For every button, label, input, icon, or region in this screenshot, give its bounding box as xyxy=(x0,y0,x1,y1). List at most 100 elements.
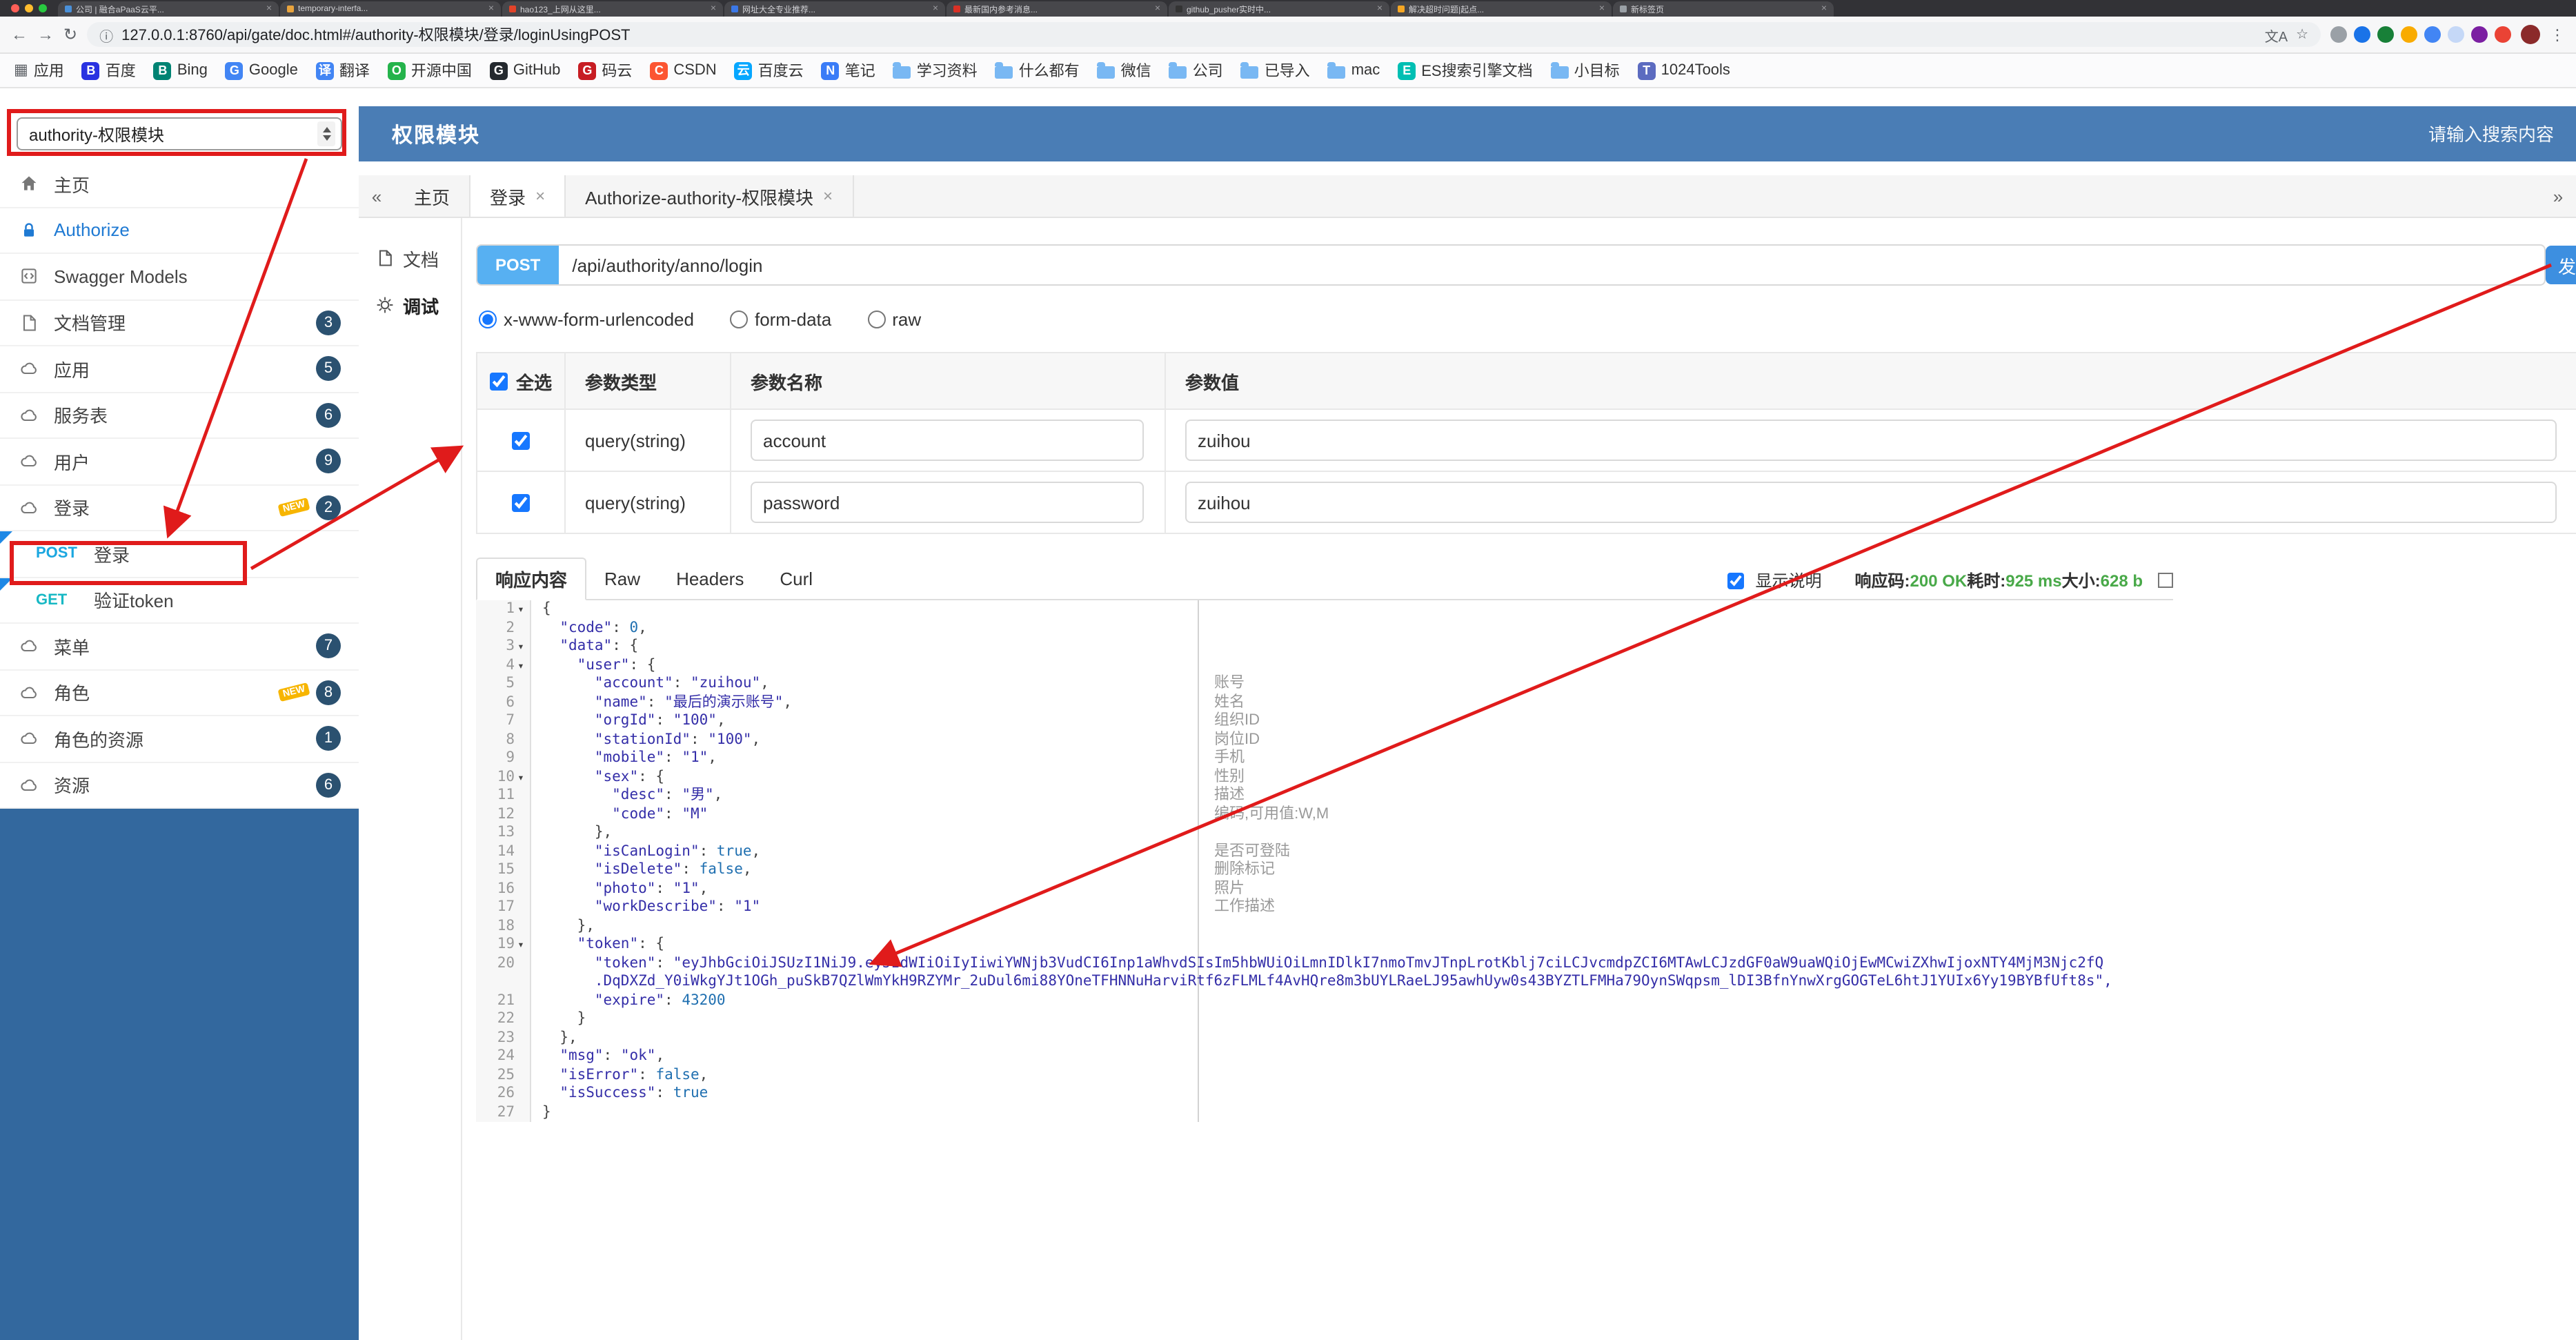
bookmark-item[interactable]: T 1024Tools xyxy=(1637,61,1730,79)
zoom-window-icon[interactable] xyxy=(39,4,47,12)
body-type-radio[interactable] xyxy=(479,311,497,328)
bookmark-item[interactable]: 已导入 xyxy=(1240,59,1310,81)
sidebar-item-7[interactable]: 登录 NEW 2 xyxy=(0,485,359,531)
tab-close-icon[interactable]: × xyxy=(933,4,938,14)
bookmark-item[interactable]: 学习资料 xyxy=(893,59,978,81)
fold-arrow-icon[interactable]: ▾ xyxy=(515,656,527,675)
tab-close-icon[interactable]: × xyxy=(1599,4,1605,14)
body-type-radio[interactable] xyxy=(867,311,886,328)
sidebar-item-5[interactable]: 服务表 6 xyxy=(0,393,359,439)
extension-icon[interactable] xyxy=(2377,26,2394,43)
browser-tab[interactable]: 新标签页 × xyxy=(1613,1,1834,17)
body-type-option-2[interactable]: raw xyxy=(867,309,921,330)
response-tab-3[interactable]: Curl xyxy=(762,559,831,599)
tab-close-icon[interactable]: × xyxy=(1821,4,1827,14)
extension-icon[interactable] xyxy=(2401,26,2417,43)
bookmark-item[interactable]: 云百度云 xyxy=(734,59,804,81)
bookmark-item[interactable]: mac xyxy=(1327,62,1380,79)
extension-icon[interactable] xyxy=(2424,26,2441,43)
tab-close-icon[interactable]: × xyxy=(711,4,716,14)
sidebar-item-11[interactable]: 角色 NEW 8 xyxy=(0,670,359,716)
browser-tab[interactable]: temporary-interfa... × xyxy=(280,1,501,17)
response-tab-0[interactable]: 响应内容 xyxy=(476,558,587,600)
select-all-checkbox[interactable] xyxy=(489,372,508,390)
reload-icon[interactable]: ↻ xyxy=(63,26,77,43)
param-name-input[interactable] xyxy=(751,482,1144,523)
extension-icon[interactable] xyxy=(2330,26,2347,43)
sidebar-item-0[interactable]: 主页 xyxy=(0,161,359,208)
extension-icon[interactable] xyxy=(2495,26,2511,43)
doc-tab-1[interactable]: 登录 × xyxy=(470,175,566,217)
extension-icon[interactable] xyxy=(2448,26,2464,43)
tab-close-icon[interactable]: × xyxy=(488,4,494,14)
sidebar-item-1[interactable]: Authorize xyxy=(0,208,359,254)
fold-arrow-icon[interactable]: ▾ xyxy=(515,638,527,656)
select-stepper-icon[interactable] xyxy=(317,121,335,146)
tab-close-icon[interactable]: × xyxy=(1155,4,1160,14)
tab-close-icon[interactable]: × xyxy=(823,186,833,206)
bookmark-item[interactable]: 小目标 xyxy=(1550,59,1620,81)
browser-tab[interactable]: 公司 | 融合aPaaS云平... × xyxy=(58,1,279,17)
browser-tab[interactable]: github_pusher实时中... × xyxy=(1169,1,1389,17)
row-checkbox[interactable] xyxy=(512,493,530,511)
bookmark-item[interactable]: 译翻译 xyxy=(315,59,370,81)
row-checkbox[interactable] xyxy=(512,431,530,449)
param-value-input[interactable] xyxy=(1185,482,2557,523)
fold-arrow-icon[interactable]: ▾ xyxy=(515,936,527,954)
response-editor[interactable]: 1 ▾{2 "code": 0, 3 ▾ "data": {4 ▾ "user": {5… xyxy=(476,600,2173,1122)
bookmark-item[interactable]: E ES搜索引擎文档 xyxy=(1398,59,1533,81)
browser-tab[interactable]: 网址大全专业推荐... × xyxy=(724,1,945,17)
bookmark-item[interactable]: 什么都有 xyxy=(995,59,1080,81)
sidebar-item-10[interactable]: 菜单 7 xyxy=(0,624,359,670)
tab-close-icon[interactable]: × xyxy=(535,186,545,206)
param-value-input[interactable] xyxy=(1185,420,2557,461)
bookmark-star-icon[interactable]: ☆ xyxy=(2296,27,2308,42)
body-type-option-0[interactable]: x-www-form-urlencoded xyxy=(479,309,694,330)
doc-tab-0[interactable]: 主页 xyxy=(395,175,471,217)
minimize-window-icon[interactable] xyxy=(25,4,33,12)
body-type-radio[interactable] xyxy=(729,311,748,328)
sidebar-item-13[interactable]: 资源 6 xyxy=(0,762,359,809)
bookmark-item[interactable]: C CSDN xyxy=(650,61,717,79)
close-window-icon[interactable] xyxy=(11,4,19,12)
page-info-icon[interactable]: ⓘ xyxy=(99,24,113,45)
tab-close-icon[interactable]: × xyxy=(1377,4,1383,14)
bookmark-item[interactable]: O 开源中国 xyxy=(387,59,472,81)
browser-tab[interactable]: 解决超时问题|起点... × xyxy=(1391,1,1612,17)
body-type-option-1[interactable]: form-data xyxy=(729,309,831,330)
bookmark-item[interactable]: ▦ 应用 xyxy=(14,59,64,81)
bookmark-item[interactable]: 微信 xyxy=(1097,59,1151,81)
browser-tab[interactable]: hao123_上网从这里... × xyxy=(502,1,723,17)
bookmark-item[interactable]: B 百度 xyxy=(81,59,136,81)
sidebar-item-post-8[interactable]: POST 登录 xyxy=(0,531,359,578)
fold-arrow-icon[interactable]: ▾ xyxy=(515,600,527,619)
subnav-doc[interactable]: 文档 xyxy=(359,235,461,282)
address-bar[interactable]: ⓘ 127.0.0.1:8760/api/gate/doc.html#/auth… xyxy=(87,22,2321,47)
sidebar-item-get-9[interactable]: GET 验证token xyxy=(0,578,359,624)
sidebar-item-2[interactable]: Swagger Models xyxy=(0,254,359,300)
show-description-checkbox[interactable] xyxy=(1727,572,1745,589)
bookmark-item[interactable]: G Google xyxy=(225,61,298,79)
extension-icon[interactable] xyxy=(2471,26,2488,43)
sidebar-item-6[interactable]: 用户 9 xyxy=(0,439,359,485)
sidebar-item-3[interactable]: 文档管理 3 xyxy=(0,300,359,346)
doc-tab-2[interactable]: Authorize-authority-权限模块 × xyxy=(566,175,854,217)
chevron-left-icon[interactable]: « xyxy=(359,175,395,217)
param-name-input[interactable] xyxy=(751,420,1144,461)
browser-menu-icon[interactable]: ⋮ xyxy=(2550,26,2565,43)
extension-icon[interactable] xyxy=(2354,26,2370,43)
response-tab-2[interactable]: Headers xyxy=(658,559,762,599)
bookmark-item[interactable]: N 笔记 xyxy=(821,59,875,81)
search-input[interactable] xyxy=(2344,122,2557,146)
window-controls[interactable] xyxy=(11,4,47,12)
sidebar-item-12[interactable]: 角色的资源 1 xyxy=(0,716,359,762)
subnav-debug[interactable]: 调试 xyxy=(359,282,461,328)
sidebar-item-4[interactable]: 应用 5 xyxy=(0,346,359,393)
forward-icon[interactable]: → xyxy=(37,26,54,43)
bookmark-item[interactable]: G GitHub xyxy=(489,61,560,79)
translate-icon[interactable]: 文A xyxy=(2265,24,2288,45)
chevron-right-icon[interactable]: » xyxy=(2540,175,2576,217)
module-select[interactable]: authority-权限模块 xyxy=(17,117,342,150)
bookmark-item[interactable]: B Bing xyxy=(153,61,208,79)
expand-icon[interactable] xyxy=(2158,573,2173,588)
